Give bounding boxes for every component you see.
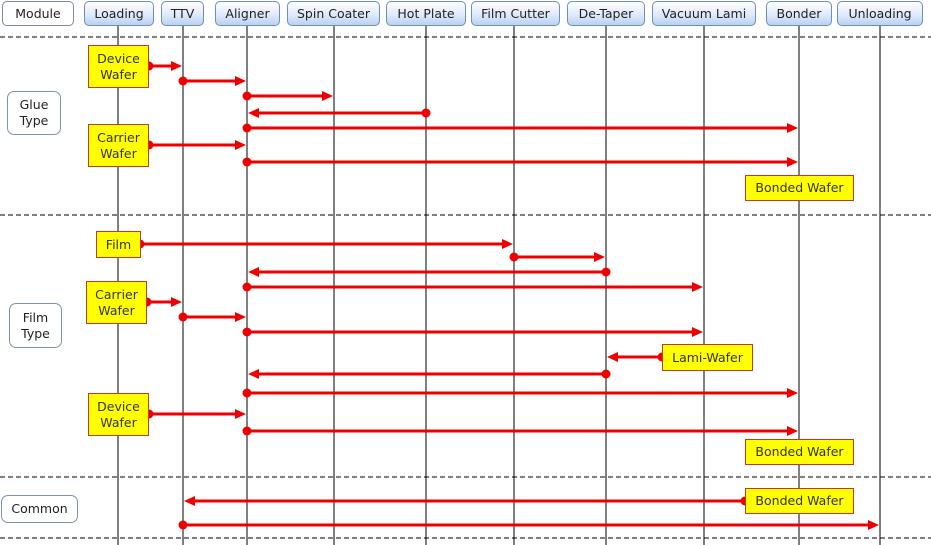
flow-arrow (144, 409, 246, 419)
flow-start-dot (421, 108, 431, 118)
flow-arrow (242, 282, 703, 292)
arrowhead-icon (787, 123, 798, 133)
arrowhead-icon (235, 312, 246, 322)
arrowhead-icon (171, 61, 182, 71)
item-film-carrier-wafer: Carrier Wafer (86, 281, 147, 324)
arrowhead-icon (248, 108, 259, 118)
flow-start-dot (601, 267, 611, 277)
flow-arrow (144, 140, 246, 150)
arrowhead-icon (235, 409, 246, 419)
lane-header-bonder: Bonder (766, 1, 832, 26)
lane-header-hot-plate: Hot Plate (386, 1, 466, 26)
item-common-bonded-wafer: Bonded Wafer (745, 488, 854, 514)
arrowhead-icon (502, 239, 513, 249)
flow-arrow (178, 76, 246, 86)
flow-arrow (509, 252, 605, 262)
flow-start-dot (242, 123, 252, 133)
flow-start-dot (178, 520, 188, 530)
flow-arrow (142, 297, 182, 307)
item-lami-wafer: Lami-Wafer (662, 344, 753, 371)
lane-header-vacuum-lami: Vacuum Lami (652, 1, 756, 26)
item-film-device-wafer: Device Wafer (88, 393, 149, 436)
flow-arrow (242, 91, 333, 101)
flow-arrow (242, 157, 798, 167)
flow-arrow (248, 267, 611, 277)
arrowhead-icon (607, 352, 618, 362)
arrowhead-icon (235, 76, 246, 86)
flow-arrow (242, 388, 798, 398)
arrowhead-icon (594, 252, 605, 262)
flow-start-dot (242, 282, 252, 292)
arrowhead-icon (235, 140, 246, 150)
process-flow-diagram: Module Loading TTV Aligner Spin Coater H… (0, 0, 931, 545)
arrowhead-icon (248, 369, 259, 379)
flow-arrow (248, 108, 431, 118)
flow-start-dot (178, 76, 188, 86)
flow-arrow (184, 496, 750, 506)
flow-arrow (242, 123, 798, 133)
arrowhead-icon (787, 426, 798, 436)
flow-arrow (607, 352, 667, 362)
lane-header-ttv: TTV (161, 1, 204, 26)
flow-arrow (144, 61, 182, 71)
arrowhead-icon (184, 496, 195, 506)
arrowhead-icon (171, 297, 182, 307)
lane-header-spin-coater: Spin Coater (287, 1, 380, 26)
item-glue-device-wafer: Device Wafer (88, 45, 149, 88)
lane-header-unloading: Unloading (837, 1, 923, 26)
arrowhead-icon (787, 157, 798, 167)
flow-start-dot (242, 388, 252, 398)
flow-arrow (248, 369, 611, 379)
flow-arrow (178, 520, 879, 530)
group-common: Common (1, 495, 78, 523)
arrowhead-icon (692, 327, 703, 337)
item-glue-carrier-wafer: Carrier Wafer (88, 124, 149, 167)
flow-arrow (178, 312, 246, 322)
arrowhead-icon (248, 267, 259, 277)
flow-start-dot (242, 157, 252, 167)
item-glue-bonded-wafer: Bonded Wafer (745, 175, 854, 201)
arrowhead-icon (322, 91, 333, 101)
flow-arrow (135, 239, 513, 249)
item-film-bonded-wafer: Bonded Wafer (745, 439, 854, 465)
lane-header-film-cutter: Film Cutter (471, 1, 560, 26)
group-film-type: Film Type (9, 303, 62, 348)
lane-header-loading: Loading (84, 1, 154, 26)
lane-header-aligner: Aligner (215, 1, 280, 26)
flow-start-dot (242, 91, 252, 101)
flow-start-dot (242, 426, 252, 436)
group-glue-type: Glue Type (7, 91, 61, 135)
flow-start-dot (242, 327, 252, 337)
flow-start-dot (178, 312, 188, 322)
flow-arrow (242, 426, 798, 436)
flow-start-dot (509, 252, 519, 262)
arrowhead-icon (787, 388, 798, 398)
lane-header-de-taper: De-Taper (567, 1, 645, 26)
arrowhead-icon (868, 520, 879, 530)
item-film: Film (96, 231, 141, 258)
arrowhead-icon (692, 282, 703, 292)
module-header: Module (2, 1, 74, 26)
flow-arrow (242, 327, 703, 337)
flow-start-dot (601, 369, 611, 379)
